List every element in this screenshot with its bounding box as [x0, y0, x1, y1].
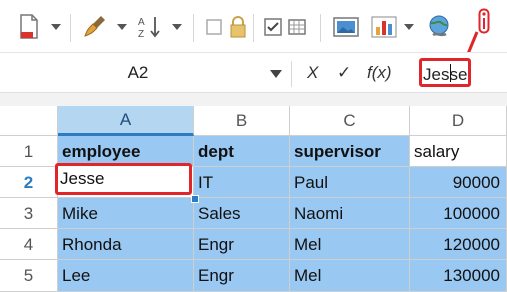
formula-input-text: Jesse — [423, 65, 468, 84]
column-header-a[interactable]: A — [58, 106, 194, 136]
row-header-2[interactable]: 2 — [0, 167, 58, 198]
checkbox-icon[interactable] — [204, 12, 224, 42]
cell-d2[interactable]: 90000 — [410, 167, 507, 198]
divider — [70, 14, 71, 42]
divider — [320, 14, 321, 42]
cell-b2[interactable]: IT — [194, 167, 290, 198]
cell-b1[interactable]: dept — [194, 136, 290, 167]
text-cursor — [450, 64, 451, 82]
row-header-5[interactable]: 5 — [0, 260, 58, 292]
spreadsheet-grid: A B C D 1 employee dept supervisor salar… — [0, 106, 507, 292]
fill-handle[interactable] — [191, 195, 199, 203]
cell-d5[interactable]: 130000 — [410, 260, 507, 292]
function-wizard-button[interactable]: f(x) — [367, 63, 392, 83]
divider — [291, 61, 292, 87]
cell-b3[interactable]: Sales — [194, 198, 290, 229]
cell-c4[interactable]: Mel — [290, 229, 410, 260]
name-box[interactable]: A2 — [8, 59, 288, 87]
cell-a2-text: Jesse — [60, 169, 105, 188]
new-document-icon[interactable] — [16, 12, 42, 42]
cell-c5[interactable]: Mel — [290, 260, 410, 292]
chevron-down-icon[interactable] — [404, 24, 414, 30]
column-header-d[interactable]: D — [410, 106, 507, 136]
select-all-corner[interactable] — [0, 106, 58, 136]
column-header-b[interactable]: B — [194, 106, 290, 136]
formula-input[interactable]: Jesse — [419, 58, 471, 87]
cancel-button[interactable]: X — [307, 63, 318, 83]
row-header-1[interactable]: 1 — [0, 136, 58, 167]
divider — [253, 14, 254, 42]
cell-a2[interactable]: Jesse — [55, 163, 192, 195]
column-header-c[interactable]: C — [290, 106, 410, 136]
globe-link-icon[interactable] — [424, 12, 454, 42]
grid-icon[interactable] — [286, 12, 308, 42]
cell-a4[interactable]: Rhonda — [58, 229, 194, 260]
cell-a3[interactable]: Mike — [58, 198, 194, 229]
cell-d3[interactable]: 100000 — [410, 198, 507, 229]
svg-text:A: A — [138, 17, 145, 28]
cell-d4[interactable]: 120000 — [410, 229, 507, 260]
chevron-down-icon[interactable] — [51, 24, 61, 30]
checkbox-checked-icon[interactable] — [262, 12, 284, 42]
toolbar: A Z — [0, 0, 507, 76]
cell-b5[interactable]: Engr — [194, 260, 290, 292]
lock-icon[interactable] — [227, 12, 249, 42]
bar-chart-icon[interactable] — [370, 12, 398, 42]
accept-button[interactable]: ✓ — [337, 63, 351, 83]
svg-text:Z: Z — [138, 29, 144, 40]
clear-format-brush-icon[interactable] — [82, 12, 110, 42]
chevron-down-icon[interactable] — [270, 70, 282, 78]
cell-b4[interactable]: Engr — [194, 229, 290, 260]
sort-icon[interactable]: A Z — [136, 12, 164, 42]
toolbar-spacer — [0, 92, 507, 107]
chevron-down-icon[interactable] — [117, 24, 127, 30]
image-icon[interactable] — [332, 12, 360, 42]
formula-bar: A2 X ✓ f(x) Jesse — [0, 52, 507, 93]
cell-c1[interactable]: supervisor — [290, 136, 410, 167]
row-header-3[interactable]: 3 — [0, 198, 58, 229]
row-header-4[interactable]: 4 — [0, 229, 58, 260]
cell-c2[interactable]: Paul — [290, 167, 410, 198]
chevron-down-icon[interactable] — [172, 24, 182, 30]
name-box-value: A2 — [127, 63, 149, 82]
cell-c3[interactable]: Naomi — [290, 198, 410, 229]
divider — [193, 14, 194, 42]
cell-d1[interactable]: salary — [410, 136, 507, 167]
cell-a5[interactable]: Lee — [58, 260, 194, 292]
